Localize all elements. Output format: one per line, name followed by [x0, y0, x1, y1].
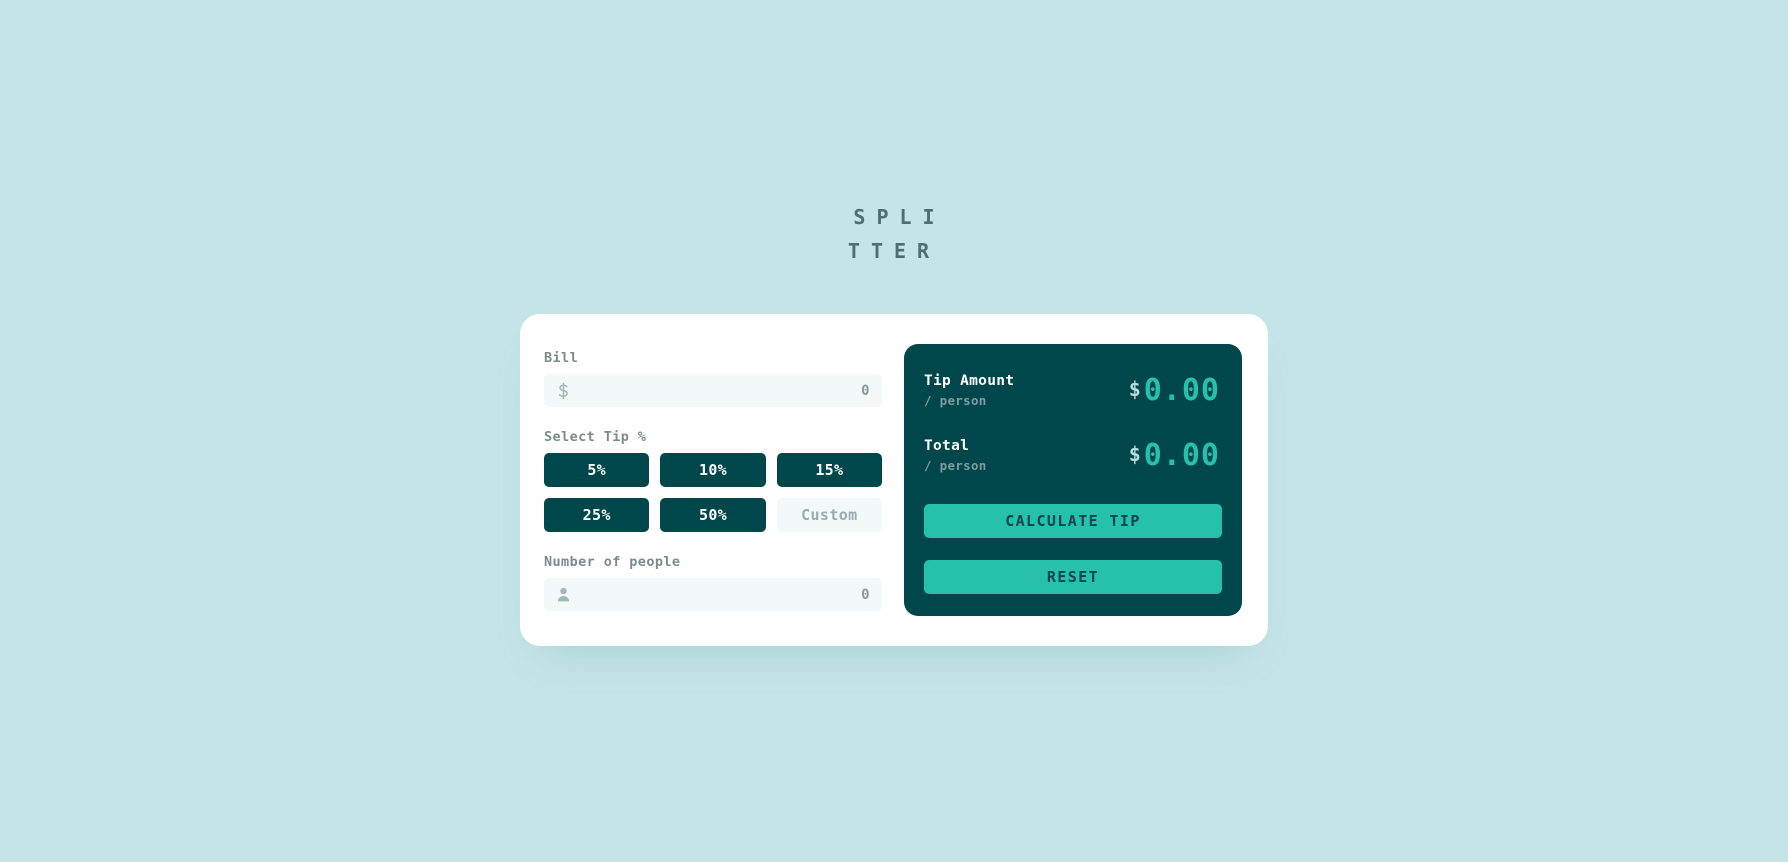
tip-option-50[interactable]: 50%	[660, 498, 766, 532]
tip-percent-grid: 5% 10% 15% 25% 50% Custom	[544, 453, 882, 532]
results-panel: Tip Amount / person $ 0.00 Total / perso…	[904, 344, 1242, 616]
calculator-inputs: Bill 0 Select Tip % 5% 10% 15% 25% 50% C…	[542, 344, 882, 616]
tip-amount-value-group: $ 0.00	[1129, 373, 1222, 408]
page-title: SPLITTER	[847, 205, 946, 263]
reset-button[interactable]: RESET	[924, 559, 1222, 594]
custom-tip-input[interactable]: Custom	[776, 498, 882, 532]
tip-amount-value: 0.00	[1143, 372, 1220, 408]
dollar-sign-icon	[556, 382, 570, 400]
tip-amount-title: Tip Amount	[924, 373, 1015, 389]
calculate-tip-button[interactable]: CALCULATE TIP	[924, 503, 1222, 538]
total-title: Total	[924, 437, 970, 454]
person-icon	[556, 586, 570, 604]
number-of-people-value: 0	[861, 586, 870, 603]
total-value-group: $ 0.00	[1129, 438, 1222, 473]
tip-option-15[interactable]: 15%	[776, 453, 882, 487]
tip-option-25[interactable]: 25%	[544, 498, 650, 532]
tip-amount-labels: Tip Amount / person	[924, 372, 1014, 409]
select-tip-label: Select Tip %	[544, 429, 647, 445]
tip-amount-currency: $	[1128, 377, 1141, 402]
total-subtitle: / person	[924, 457, 987, 473]
tip-calculator-card: Bill 0 Select Tip % 5% 10% 15% 25% 50% C…	[520, 314, 1268, 646]
total-labels: Total / person	[924, 437, 987, 474]
bill-label: Bill	[544, 350, 579, 366]
total-value: 0.00	[1143, 437, 1220, 473]
total-currency: $	[1128, 442, 1141, 467]
tip-option-5[interactable]: 5%	[544, 453, 650, 487]
total-row: Total / person $ 0.00	[924, 437, 1222, 474]
bill-input[interactable]: 0	[544, 374, 882, 407]
tip-amount-subtitle: / person	[924, 393, 987, 409]
bill-value: 0	[861, 382, 870, 399]
tip-amount-row: Tip Amount / person $ 0.00	[924, 372, 1222, 409]
number-of-people-input[interactable]: 0	[544, 578, 882, 611]
number-of-people-label: Number of people	[544, 554, 681, 570]
tip-option-10[interactable]: 10%	[660, 453, 766, 487]
